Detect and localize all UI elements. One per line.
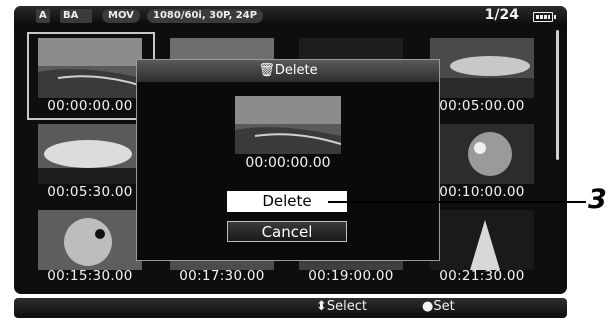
- dialog-thumbnail: [235, 96, 341, 154]
- thumbnail-4[interactable]: [430, 38, 534, 98]
- callout-line: [328, 201, 586, 203]
- set-label: Set: [433, 299, 455, 314]
- trash-icon: 🗑: [258, 63, 275, 78]
- thumbnail-5[interactable]: [38, 124, 142, 184]
- callout-number: 3: [588, 184, 607, 215]
- dialog-title: 🗑Delete: [137, 60, 439, 82]
- thumbnail-8[interactable]: [430, 124, 534, 184]
- dialog-title-text: Delete: [274, 63, 318, 78]
- thumbnail-12[interactable]: [430, 210, 534, 270]
- page-counter: 1/24: [484, 7, 519, 23]
- set-hint: ●Set: [422, 299, 455, 314]
- battery-icon: [533, 12, 556, 22]
- timecode-11: 00:19:00.00: [308, 268, 394, 284]
- cancel-button[interactable]: Cancel: [227, 221, 347, 242]
- mode-ba-badge: BA: [60, 9, 92, 23]
- delete-dialog: 🗑Delete 00:00:00.00 Delete Cancel: [136, 59, 440, 261]
- timecode-9: 00:15:30.00: [47, 268, 133, 284]
- select-hint: ⬍Select: [316, 299, 367, 314]
- up-down-icon: ⬍: [316, 299, 327, 314]
- mode-a-badge: A: [36, 9, 50, 23]
- status-bar: A BA MOV 1080/60i, 30P, 24P 1/24: [14, 6, 567, 26]
- select-label: Select: [326, 299, 368, 314]
- resolution-badge: 1080/60i, 30P, 24P: [147, 9, 264, 23]
- dialog-timecode: 00:00:00.00: [245, 155, 331, 171]
- format-badge: MOV: [102, 9, 140, 23]
- scrollbar[interactable]: [556, 30, 559, 160]
- timecode-12: 00:21:30.00: [439, 268, 525, 284]
- dot-icon: ●: [422, 299, 434, 314]
- bottom-bar: ⬍Select ●Set: [14, 298, 567, 318]
- camera-screen: A BA MOV 1080/60i, 30P, 24P 1/24 00:00:0…: [0, 0, 567, 320]
- thumbnail-9[interactable]: [38, 210, 142, 270]
- timecode-10: 00:17:30.00: [179, 268, 265, 284]
